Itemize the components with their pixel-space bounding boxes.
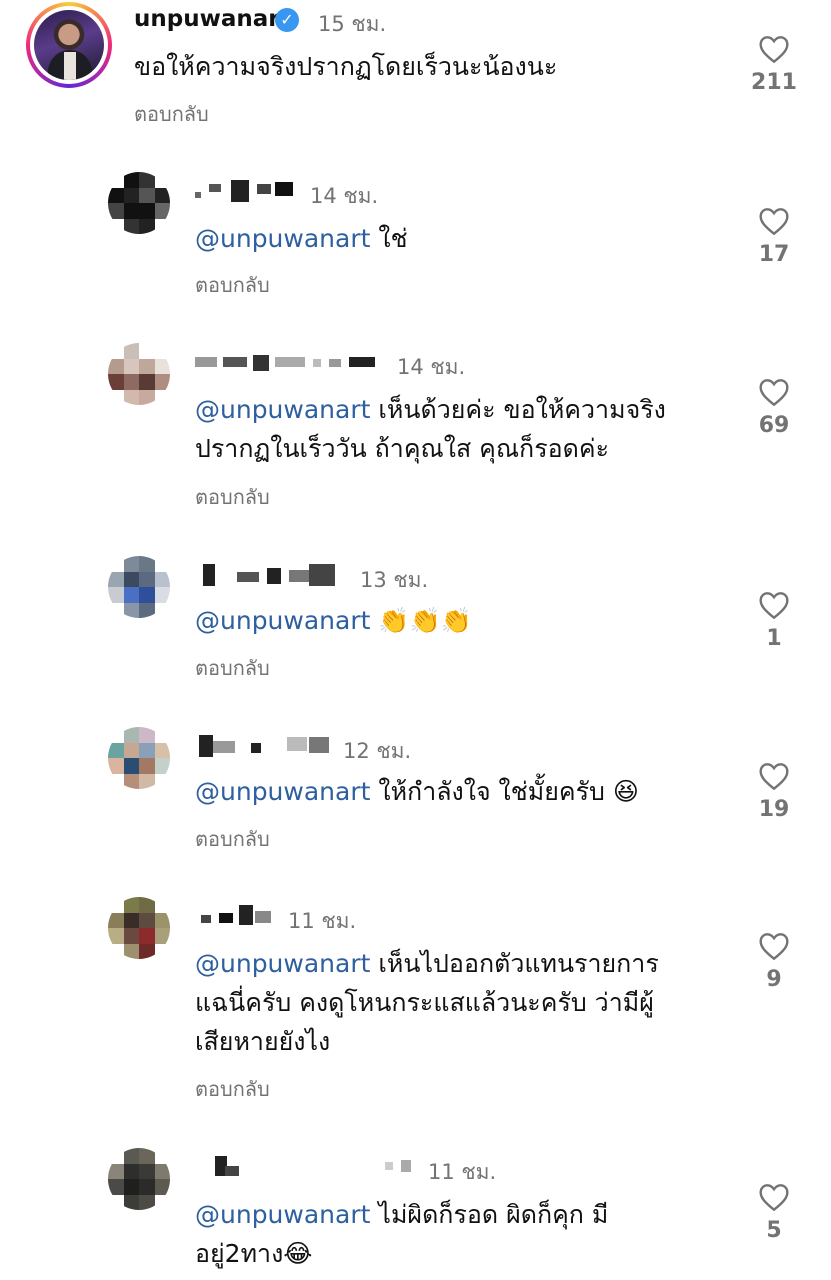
heart-icon — [759, 36, 789, 64]
comment-text: @unpuwanart ใช่ — [195, 219, 715, 258]
blurred-username[interactable] — [195, 735, 335, 757]
reply-button[interactable]: ตอบกลับ — [195, 481, 270, 513]
avatar[interactable] — [26, 2, 112, 88]
avatar[interactable] — [108, 343, 170, 405]
comment-text: @unpuwanart ให้กำลังใจ ใช่มั้ยครับ 😆 — [195, 772, 715, 811]
avatar[interactable] — [108, 727, 170, 789]
like-button[interactable]: 211 — [744, 34, 804, 95]
like-count: 69 — [758, 413, 790, 438]
comment-body: เห็นด้วยค่ะ ขอให้ความจริง — [370, 395, 666, 424]
comment-time: 15 ชม. — [318, 12, 387, 36]
comment-body-line2: อยู่2ทาง😂 — [195, 1239, 313, 1268]
blurred-username[interactable] — [195, 1156, 415, 1178]
comment-text: @unpuwanart เห็นไปออกตัวแทนรายการแฉนี่คร… — [195, 944, 735, 1061]
mention-link[interactable]: @unpuwanart — [195, 224, 370, 253]
like-button[interactable]: 9 — [744, 931, 804, 992]
like-button[interactable]: 5 — [744, 1182, 804, 1243]
avatar[interactable] — [108, 1148, 170, 1210]
heart-icon — [759, 933, 789, 961]
heart-icon — [759, 592, 789, 620]
blurred-username[interactable] — [195, 351, 380, 373]
comment-text: @unpuwanart เห็นด้วยค่ะ ขอให้ความจริงปรา… — [195, 390, 735, 468]
comment-time: 14 ชม. — [310, 184, 379, 208]
avatar[interactable] — [108, 172, 170, 234]
blurred-username[interactable] — [195, 905, 280, 927]
like-count: 19 — [758, 797, 790, 822]
username[interactable]: unpuwanart — [134, 6, 291, 32]
comment-body: ให้กำลังใจ ใช่มั้ยครับ 😆 — [370, 777, 639, 806]
mention-link[interactable]: @unpuwanart — [195, 1200, 370, 1229]
comment-body-line3: เสียหายยังไง — [195, 1027, 331, 1056]
heart-icon — [759, 379, 789, 407]
comment-body: 👏👏👏 — [370, 606, 472, 635]
like-count: 211 — [751, 70, 797, 95]
blurred-username[interactable] — [195, 564, 345, 586]
verified-badge-icon: ✓ — [275, 8, 299, 32]
comment-time: 14 ชม. — [397, 355, 466, 379]
comment-text: @unpuwanart 👏👏👏 — [195, 601, 715, 640]
avatar[interactable] — [108, 556, 170, 618]
reply-button[interactable]: ตอบกลับ — [134, 98, 209, 130]
like-button[interactable]: 69 — [744, 377, 804, 438]
mention-link[interactable]: @unpuwanart — [195, 395, 370, 424]
comment-time: 11 ชม. — [288, 909, 357, 933]
comment-body: เห็นไปออกตัวแทนรายการ — [370, 949, 659, 978]
comment-time: 11 ชม. — [428, 1160, 497, 1184]
like-button[interactable]: 17 — [744, 206, 804, 267]
reply-button[interactable]: ตอบกลับ — [195, 652, 270, 684]
like-count: 1 — [766, 626, 782, 651]
mention-link[interactable]: @unpuwanart — [195, 949, 370, 978]
like-button[interactable]: 19 — [744, 761, 804, 822]
comment-text: @unpuwanart ไม่ผิดก็รอด ผิดก็คุก มีอยู่2… — [195, 1195, 735, 1273]
heart-icon — [759, 1184, 789, 1212]
comment-text: ขอให้ความจริงปรากฏโดยเร็วนะน้องนะ — [134, 52, 558, 81]
like-count: 5 — [766, 1218, 782, 1243]
reply-button[interactable]: ตอบกลับ — [195, 1073, 270, 1105]
comment-body: ใช่ — [370, 224, 408, 253]
blurred-username[interactable] — [195, 180, 305, 202]
like-count: 17 — [758, 242, 790, 267]
reply-button[interactable]: ตอบกลับ — [195, 269, 270, 301]
comment-time: 13 ชม. — [360, 568, 429, 592]
comment-body-line2: แฉนี่ครับ คงดูโหนกระแสแล้วนะครับ ว่ามีผู… — [195, 988, 654, 1017]
comment-body-line2: ปรากฏในเร็ววัน ถ้าคุณใส คุณก็รอดค่ะ — [195, 434, 610, 463]
comment-time: 12 ชม. — [343, 739, 412, 763]
like-button[interactable]: 1 — [744, 590, 804, 651]
avatar[interactable] — [108, 897, 170, 959]
comment-body: ไม่ผิดก็รอด ผิดก็คุก มี — [370, 1200, 609, 1229]
mention-link[interactable]: @unpuwanart — [195, 777, 370, 806]
reply-button[interactable]: ตอบกลับ — [195, 823, 270, 855]
mention-link[interactable]: @unpuwanart — [195, 606, 370, 635]
heart-icon — [759, 208, 789, 236]
heart-icon — [759, 763, 789, 791]
like-count: 9 — [766, 967, 782, 992]
